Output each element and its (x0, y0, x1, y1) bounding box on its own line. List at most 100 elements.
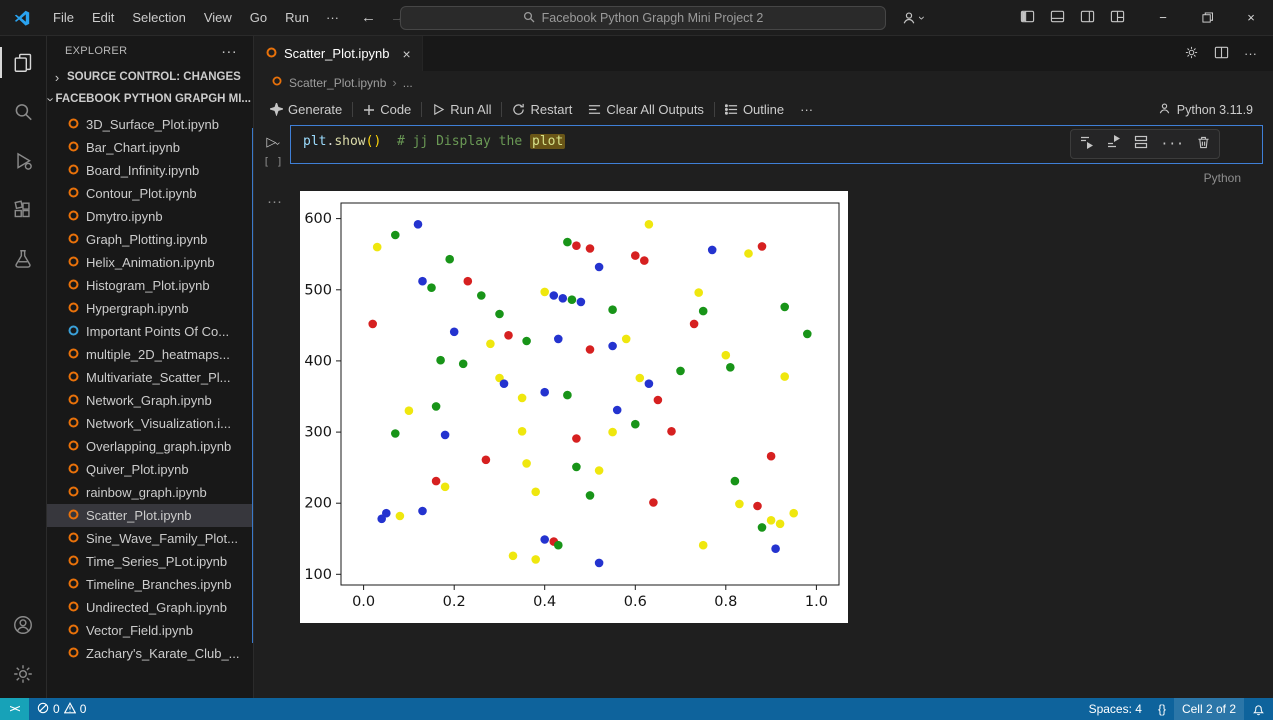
split-editor-icon[interactable] (1214, 45, 1229, 63)
file-name: Contour_Plot.ipynb (86, 186, 197, 201)
menu-file[interactable]: File (44, 5, 83, 31)
notebook-file-icon (67, 255, 80, 271)
customize-layout-icon[interactable] (1110, 9, 1125, 27)
svg-text:0.8: 0.8 (714, 594, 737, 610)
file-item[interactable]: Multivariate_Scatter_Pl... (47, 366, 253, 389)
notifications-bell-icon[interactable] (1244, 698, 1273, 720)
file-item[interactable]: Network_Graph.ipynb (47, 389, 253, 412)
file-name: 3D_Surface_Plot.ipynb (86, 117, 219, 132)
explorer-title: EXPLORER (65, 45, 128, 57)
section-workspace-folder[interactable]: › FACEBOOK PYTHON GRAPGH MI... (47, 88, 253, 110)
add-code-cell-button[interactable]: Code (355, 98, 419, 122)
run-cell-button[interactable]: ▷ › (266, 134, 283, 150)
divider (421, 102, 423, 117)
notebook-icon (265, 46, 278, 62)
menu-selection[interactable]: Selection (123, 5, 194, 31)
cell-gutter: ▷ › [ ] (256, 125, 290, 168)
language-mode-indicator[interactable]: {} (1150, 698, 1174, 720)
close-window-icon[interactable]: × (1229, 0, 1273, 35)
profile-dropdown[interactable]: › (901, 10, 929, 26)
menu-go[interactable]: Go (241, 5, 276, 31)
cell-code-editor[interactable]: plt.show() # jj Display the plot ··· (290, 125, 1263, 164)
file-item[interactable]: Histogram_Plot.ipynb (47, 274, 253, 297)
file-item[interactable]: Network_Visualization.i... (47, 412, 253, 435)
section-source-control[interactable]: › SOURCE CONTROL: CHANGES (47, 66, 253, 88)
menu-edit[interactable]: Edit (83, 5, 123, 31)
breadcrumb[interactable]: Scatter_Plot.ipynb › ... (254, 71, 1273, 94)
toggle-secondary-sidebar-icon[interactable] (1080, 9, 1095, 27)
file-item[interactable]: Hypergraph.ipynb (47, 297, 253, 320)
file-item[interactable]: Board_Infinity.ipynb (47, 159, 253, 182)
svg-text:1.0: 1.0 (805, 594, 828, 610)
chevron-right-icon: › (54, 69, 60, 85)
remote-indicator[interactable]: >< (0, 698, 29, 720)
file-item[interactable]: Undirected_Graph.ipynb (47, 596, 253, 619)
run-debug-icon[interactable] (0, 136, 46, 185)
back-arrow-icon[interactable]: ← (361, 9, 376, 26)
settings-gear-icon[interactable] (0, 649, 46, 698)
file-item[interactable]: Bar_Chart.ipynb (47, 136, 253, 159)
testing-icon[interactable] (0, 234, 46, 283)
command-center-search[interactable]: Facebook Python Grapgh Mini Project 2 (400, 6, 886, 30)
toggle-panel-icon[interactable] (1050, 9, 1065, 27)
file-item[interactable]: Dmytro.ipynb (47, 205, 253, 228)
explorer-icon[interactable] (0, 38, 46, 87)
cell-more-icon[interactable]: ··· (1161, 137, 1184, 152)
explorer-actions-icon[interactable]: ··· (221, 43, 237, 60)
close-tab-icon[interactable]: × (403, 46, 411, 62)
clear-outputs-button[interactable]: Clear All Outputs (580, 98, 712, 122)
svg-text:200: 200 (304, 496, 332, 512)
generate-button[interactable]: Generate (262, 98, 350, 122)
menu-view[interactable]: View (195, 5, 241, 31)
file-item[interactable]: multiple_2D_heatmaps... (47, 343, 253, 366)
problems-indicator[interactable]: 0 0 (29, 698, 94, 720)
notebook-file-icon (67, 393, 80, 409)
file-item[interactable]: Helix_Animation.ipynb (47, 251, 253, 274)
output-menu-icon[interactable]: ··· (267, 193, 282, 210)
code-cell: ▷ › [ ] plt.show() # jj Display the plot … (256, 125, 1263, 168)
file-item[interactable]: Quiver_Plot.ipynb (47, 458, 253, 481)
file-item[interactable]: Time_Series_PLot.ipynb (47, 550, 253, 573)
execute-above-icon[interactable] (1080, 135, 1094, 153)
activity-bar (0, 36, 47, 698)
svg-text:600: 600 (304, 211, 332, 227)
menu-overflow-icon[interactable]: ··· (318, 10, 347, 25)
toolbar-more-icon[interactable]: ··· (792, 98, 821, 122)
cell-language[interactable]: Python (254, 168, 1273, 188)
notebook-file-icon (67, 278, 80, 294)
delete-cell-icon[interactable] (1197, 136, 1210, 153)
account-icon[interactable] (0, 600, 46, 649)
extensions-icon[interactable] (0, 185, 46, 234)
file-item[interactable]: Scatter_Plot.ipynb (47, 504, 253, 527)
kernel-picker[interactable]: Python 3.11.9 (1158, 102, 1265, 118)
file-item[interactable]: Zachary's_Karate_Club_... (47, 642, 253, 665)
file-item[interactable]: Sine_Wave_Family_Plot... (47, 527, 253, 550)
search-view-icon[interactable] (0, 87, 46, 136)
restart-button[interactable]: Restart (504, 98, 580, 122)
file-item[interactable]: Timeline_Branches.ipynb (47, 573, 253, 596)
tab-scatter-plot[interactable]: Scatter_Plot.ipynb × (254, 36, 423, 71)
file-item[interactable]: Overlapping_graph.ipynb (47, 435, 253, 458)
split-cell-icon[interactable] (1134, 135, 1148, 153)
menu-run[interactable]: Run (276, 5, 318, 31)
restore-icon[interactable] (1185, 0, 1229, 35)
file-name: Histogram_Plot.ipynb (86, 278, 210, 293)
toggle-sidebar-icon[interactable] (1020, 9, 1035, 27)
more-actions-icon[interactable]: ··· (1244, 46, 1257, 61)
outline-button[interactable]: Outline (717, 98, 792, 122)
file-item[interactable]: Contour_Plot.ipynb (47, 182, 253, 205)
svg-text:300: 300 (304, 425, 332, 441)
window-controls: − × (1141, 0, 1273, 35)
file-item[interactable]: 3D_Surface_Plot.ipynb (47, 113, 253, 136)
execute-below-icon[interactable] (1107, 135, 1121, 153)
file-item[interactable]: Important Points Of Co... (47, 320, 253, 343)
indentation-indicator[interactable]: Spaces: 4 (1081, 698, 1150, 720)
cell-position-indicator[interactable]: Cell 2 of 2 (1173, 698, 1244, 720)
file-item[interactable]: rainbow_graph.ipynb (47, 481, 253, 504)
minimize-icon[interactable]: − (1141, 0, 1185, 35)
run-all-button[interactable]: Run All (424, 98, 499, 122)
configure-gear-icon[interactable] (1184, 45, 1199, 63)
status-bar-right: Spaces: 4 {} Cell 2 of 2 (1081, 698, 1273, 720)
file-item[interactable]: Vector_Field.ipynb (47, 619, 253, 642)
file-item[interactable]: Graph_Plotting.ipynb (47, 228, 253, 251)
